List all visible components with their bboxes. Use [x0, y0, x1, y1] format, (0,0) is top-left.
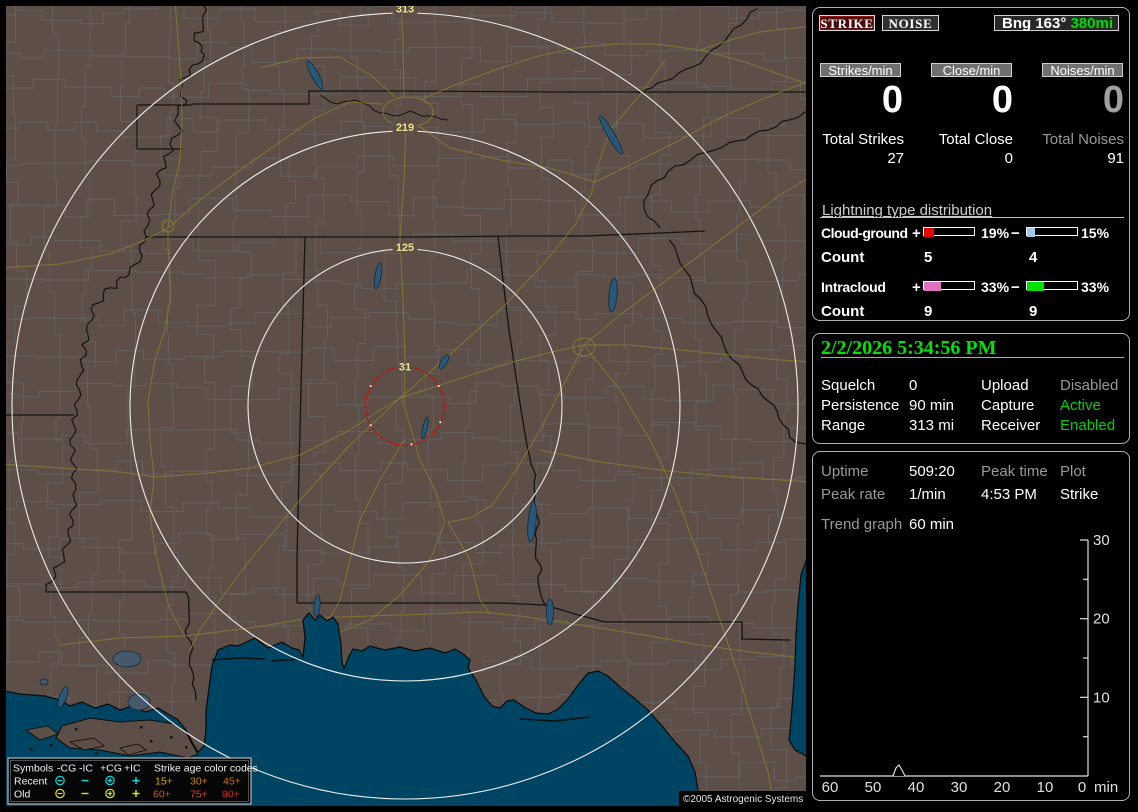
svg-text:30: 30	[951, 779, 968, 796]
svg-text:+IC: +IC	[124, 763, 141, 775]
svg-text:125: 125	[396, 242, 414, 254]
svg-text:20: 20	[994, 779, 1011, 796]
svg-text:0: 0	[1078, 779, 1086, 796]
svg-text:-CG: -CG	[57, 763, 76, 775]
svg-text:90+: 90+	[222, 789, 240, 801]
svg-text:50: 50	[865, 779, 882, 796]
svg-text:75+: 75+	[190, 789, 208, 801]
svg-text:10: 10	[1037, 779, 1054, 796]
svg-text:-IC: -IC	[79, 763, 93, 775]
svg-text:Symbols: Symbols	[13, 763, 53, 775]
svg-text:Strike age color codes: Strike age color codes	[154, 763, 258, 775]
svg-text:313: 313	[396, 6, 414, 16]
svg-text:Old: Old	[14, 789, 31, 801]
svg-text:min: min	[1094, 779, 1118, 796]
svg-text:40: 40	[908, 779, 925, 796]
svg-text:+CG: +CG	[100, 763, 122, 775]
svg-text:60: 60	[822, 779, 839, 796]
svg-text:15+: 15+	[155, 776, 173, 788]
svg-text:219: 219	[396, 122, 414, 134]
svg-text:30: 30	[1093, 532, 1110, 549]
svg-text:10: 10	[1093, 689, 1110, 706]
svg-text:20: 20	[1093, 611, 1110, 628]
svg-text:30+: 30+	[190, 776, 208, 788]
svg-text:©2005 Astrogenic Systems: ©2005 Astrogenic Systems	[683, 794, 803, 805]
svg-text:Recent: Recent	[14, 776, 47, 788]
svg-text:45+: 45+	[223, 776, 241, 788]
svg-text:31: 31	[399, 362, 411, 374]
svg-text:60+: 60+	[153, 789, 171, 801]
